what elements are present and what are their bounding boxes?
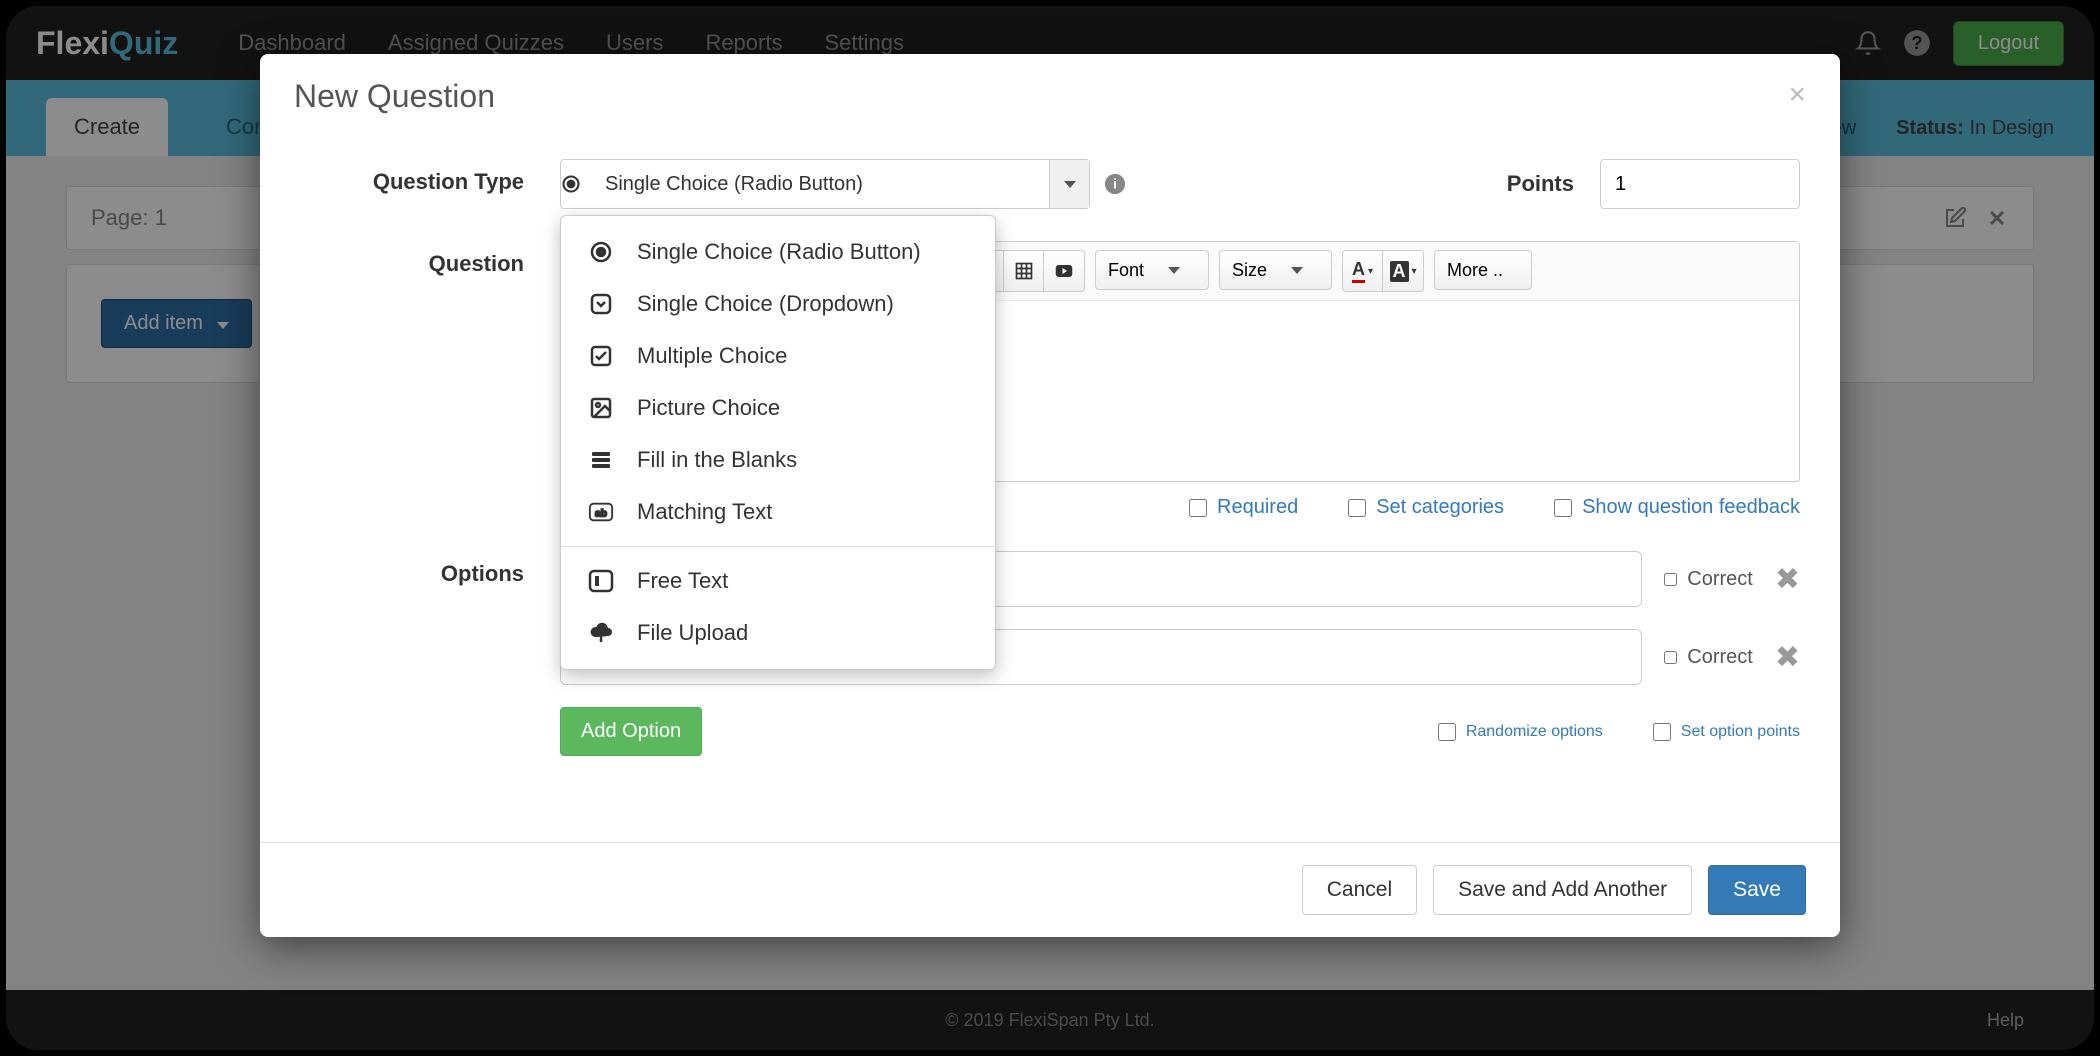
set-categories-checkbox[interactable]: Set categories <box>1348 496 1504 519</box>
required-label: Required <box>1217 496 1298 519</box>
svg-text:i: i <box>1113 177 1117 192</box>
question-type-selected: Single Choice (Radio Button) <box>605 173 1049 196</box>
question-type-option-label: Free Text <box>637 568 728 594</box>
rte-table-icon[interactable] <box>1004 251 1044 291</box>
label-question-type: Question Type <box>300 159 560 195</box>
fill-icon <box>587 446 615 474</box>
correct-label: Correct <box>1687 646 1753 669</box>
randomize-options-checkbox[interactable]: Randomize options <box>1438 723 1603 741</box>
dropdown-icon <box>587 290 615 318</box>
question-type-option[interactable]: File Upload <box>561 607 995 659</box>
new-question-modal: New Question × Question Type Single Choi… <box>260 54 1840 937</box>
delete-option-icon[interactable]: ✖ <box>1775 640 1800 675</box>
caret-down-icon <box>1291 267 1303 274</box>
question-type-option[interactable]: ab Matching Text <box>561 486 995 538</box>
add-option-button[interactable]: Add Option <box>560 707 702 756</box>
randomize-label: Randomize options <box>1466 723 1603 741</box>
rte-font-label: Font <box>1108 260 1144 281</box>
question-type-option[interactable]: Single Choice (Radio Button) <box>561 226 995 278</box>
match-icon: ab <box>587 498 615 526</box>
label-points: Points <box>1507 171 1574 197</box>
categories-label: Set categories <box>1376 496 1504 519</box>
rte-more-button[interactable]: More .. <box>1434 250 1532 290</box>
question-type-option[interactable]: Single Choice (Dropdown) <box>561 278 995 330</box>
question-type-option[interactable]: Fill in the Blanks <box>561 434 995 486</box>
info-icon[interactable]: i <box>1104 173 1126 195</box>
question-type-option-label: File Upload <box>637 620 748 646</box>
close-icon[interactable]: × <box>1788 78 1806 115</box>
rte-textcolor-icon[interactable]: A▾ <box>1343 251 1383 291</box>
question-type-option-label: Picture Choice <box>637 395 780 421</box>
correct-checkbox-2[interactable]: Correct <box>1664 646 1753 669</box>
save-button[interactable]: Save <box>1708 865 1806 915</box>
required-checkbox[interactable]: Required <box>1189 496 1298 519</box>
show-feedback-checkbox[interactable]: Show question feedback <box>1554 496 1800 519</box>
rte-bgcolor-icon[interactable]: A▾ <box>1383 251 1423 291</box>
option-points-label: Set option points <box>1681 723 1800 741</box>
set-option-points-checkbox[interactable]: Set option points <box>1653 723 1800 741</box>
free-icon <box>587 567 615 595</box>
rte-youtube-icon[interactable] <box>1044 251 1084 291</box>
modal-overlay: New Question × Question Type Single Choi… <box>6 6 2094 1050</box>
picture-icon <box>587 394 615 422</box>
feedback-label: Show question feedback <box>1582 496 1800 519</box>
correct-label: Correct <box>1687 568 1753 591</box>
question-type-menu: Single Choice (Radio Button) Single Choic… <box>560 215 996 670</box>
rte-size-select[interactable]: Size <box>1219 250 1332 290</box>
correct-checkbox-1[interactable]: Correct <box>1664 568 1753 591</box>
points-input[interactable] <box>1600 159 1800 209</box>
chevron-down-icon <box>1049 160 1089 208</box>
question-type-option[interactable]: Picture Choice <box>561 382 995 434</box>
rte-more-label: More .. <box>1447 260 1503 281</box>
question-type-option-label: Single Choice (Dropdown) <box>637 291 894 317</box>
label-options: Options <box>300 551 560 756</box>
rte-size-label: Size <box>1232 260 1267 281</box>
rte-font-select[interactable]: Font <box>1095 250 1209 290</box>
modal-footer: Cancel Save and Add Another Save <box>260 842 1840 937</box>
svg-text:ab: ab <box>595 509 607 520</box>
question-type-option-label: Single Choice (Radio Button) <box>637 239 921 265</box>
cancel-button[interactable]: Cancel <box>1302 865 1417 915</box>
caret-down-icon <box>1168 267 1180 274</box>
question-type-option-label: Fill in the Blanks <box>637 447 797 473</box>
upload-icon <box>587 619 615 647</box>
question-type-option-label: Multiple Choice <box>637 343 787 369</box>
delete-option-icon[interactable]: ✖ <box>1775 562 1800 597</box>
question-type-option[interactable]: Multiple Choice <box>561 330 995 382</box>
question-type-option[interactable]: Free Text <box>561 555 995 607</box>
label-question: Question <box>300 241 560 519</box>
radio-icon <box>561 174 605 194</box>
question-type-option-label: Matching Text <box>637 499 772 525</box>
question-type-select[interactable]: Single Choice (Radio Button) <box>560 159 1090 209</box>
radio-icon <box>587 238 615 266</box>
modal-title: New Question <box>294 78 495 115</box>
save-add-another-button[interactable]: Save and Add Another <box>1433 865 1692 915</box>
check-icon <box>587 342 615 370</box>
